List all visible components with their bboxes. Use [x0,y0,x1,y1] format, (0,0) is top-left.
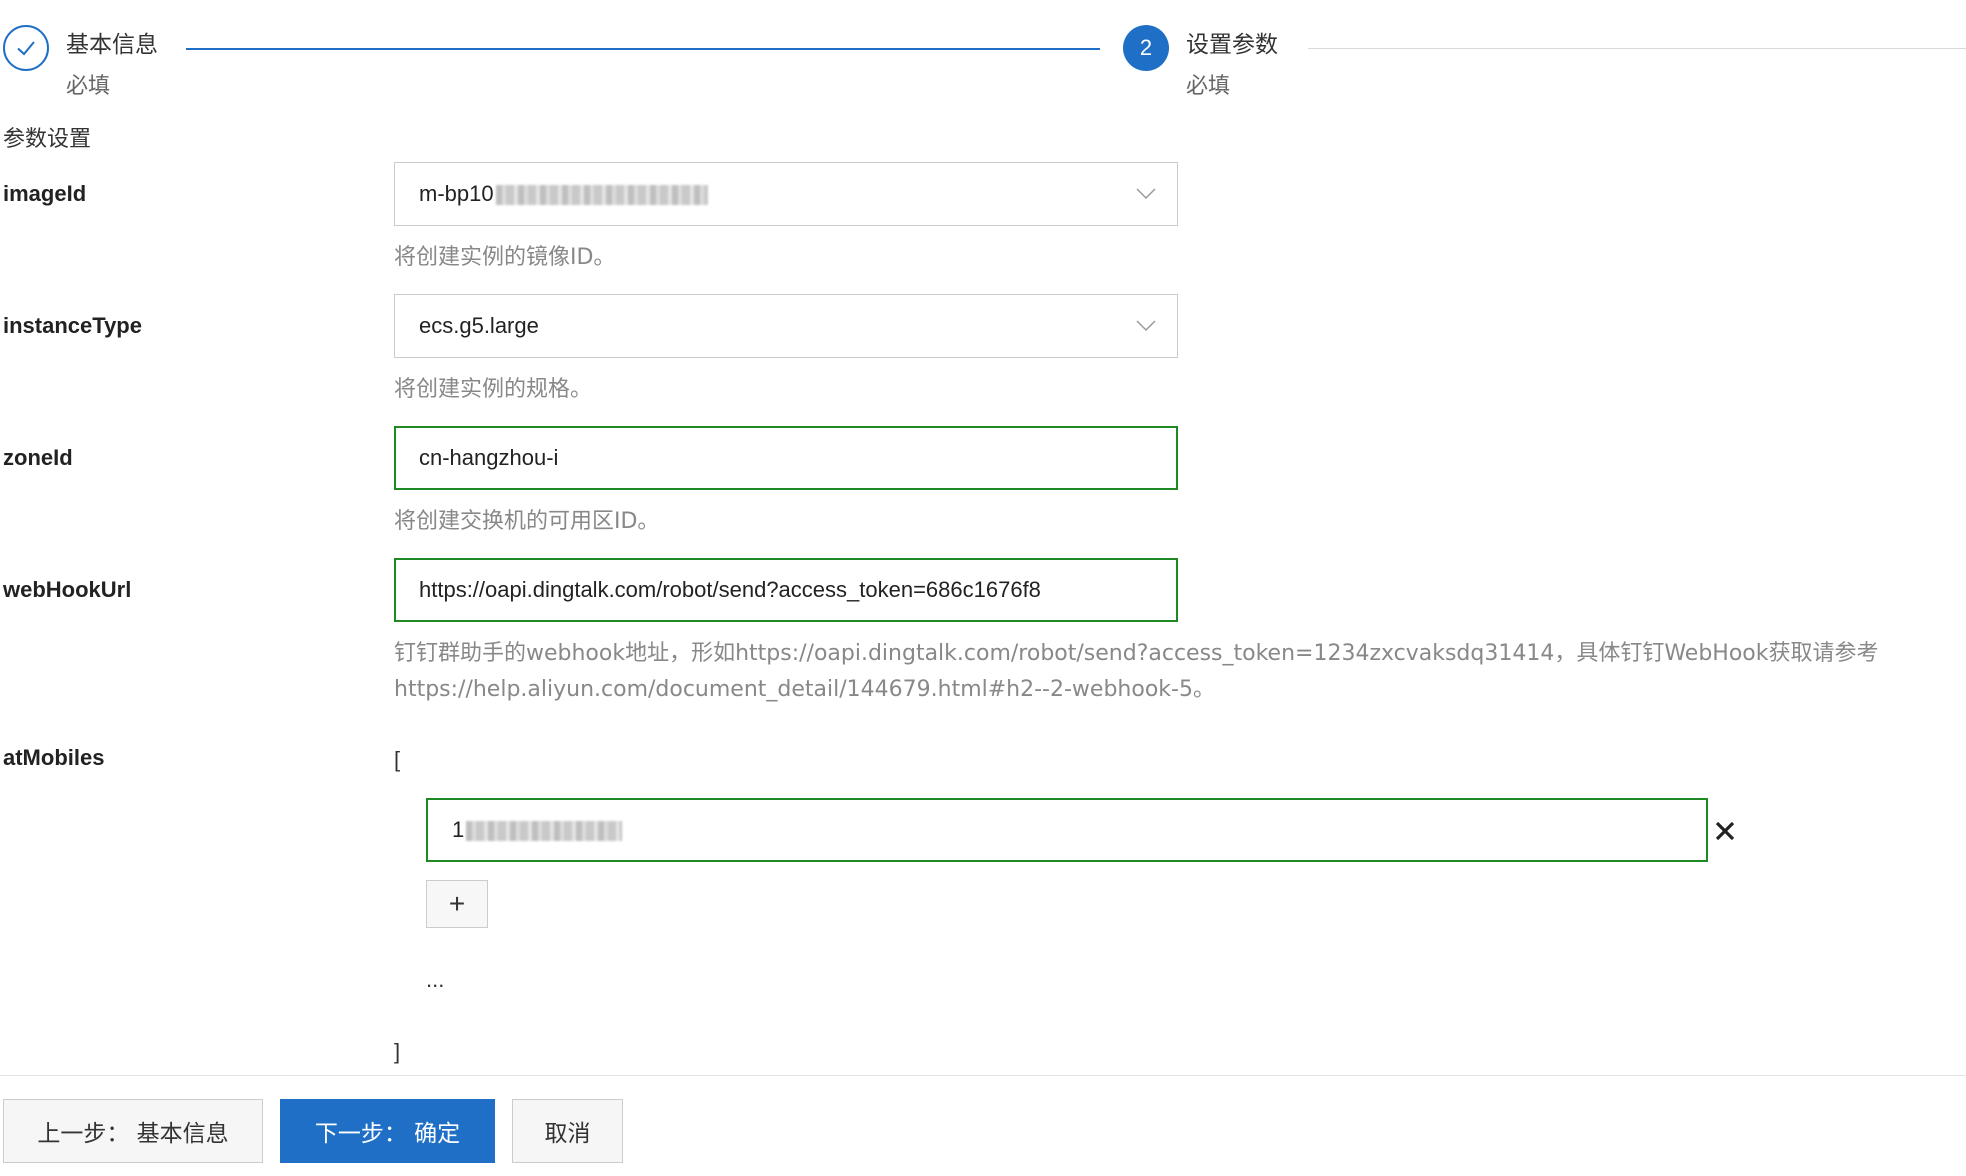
image-id-help: 将创建实例的镜像ID。 [394,245,616,270]
zone-id-value: cn-hangzhou-i [419,445,559,470]
check-icon [17,41,35,56]
redacted-block [495,185,708,206]
step-1-title: 基本信息 [66,32,158,58]
zone-id-input[interactable]: cn-hangzhou-i [394,426,1178,490]
webhook-url-input[interactable]: https://oapi.dingtalk.com/robot/send?acc… [394,558,1178,622]
at-mobiles-item-input[interactable]: 1 [426,798,1708,862]
redacted-block [466,821,623,842]
remove-item-icon[interactable] [1712,818,1738,844]
at-mobiles-label: atMobiles [3,745,105,770]
image-id-value: m-bp10 [419,181,1135,207]
previous-step-button[interactable]: 上一步： 基本信息 [3,1099,263,1163]
webhook-url-help-line-2: https://help.aliyun.com/document_detail/… [394,677,1215,702]
section-title: 参数设置 [3,127,92,152]
step-2-subtitle: 必填 [1186,74,1231,99]
step-connector-active [186,48,1100,50]
webhook-url-help-line-1: 钉钉群助手的webhook地址，形如https://oapi.dingtalk.… [394,641,1879,666]
image-id-label: imageId [3,181,87,206]
webhook-url-value: https://oapi.dingtalk.com/robot/send?acc… [419,577,1041,602]
step-1-check-icon [3,25,49,71]
chevron-down-icon[interactable] [1135,183,1157,205]
array-open-bracket: [ [394,747,401,772]
step-connector-pending [1308,48,1966,49]
step-1-subtitle: 必填 [66,74,111,99]
array-ellipsis: ... [426,967,445,992]
image-id-select[interactable]: m-bp10 [394,162,1178,226]
zone-id-help: 将创建交换机的可用区ID。 [394,509,660,534]
instance-type-value: ecs.g5.large [419,313,539,338]
at-mobiles-item-value: 1 [452,817,623,843]
step-2-title: 设置参数 [1186,32,1278,58]
zone-id-label: zoneId [3,445,73,470]
step-2-number: 2 [1123,25,1169,71]
instance-type-label: instanceType [3,313,142,338]
instance-type-help: 将创建实例的规格。 [394,377,593,402]
webhook-url-label: webHookUrl [3,577,132,602]
steps-header: 基本信息 必填 2 设置参数 必填 [0,0,1966,120]
chevron-down-icon[interactable] [1135,315,1157,337]
array-close-bracket: ] [394,1039,401,1064]
cancel-button[interactable]: 取消 [512,1099,623,1163]
next-step-button[interactable]: 下一步： 确定 [280,1099,495,1163]
instance-type-select[interactable]: ecs.g5.large [394,294,1178,358]
footer-divider [0,1075,1966,1076]
add-item-button[interactable]: + [426,880,488,928]
